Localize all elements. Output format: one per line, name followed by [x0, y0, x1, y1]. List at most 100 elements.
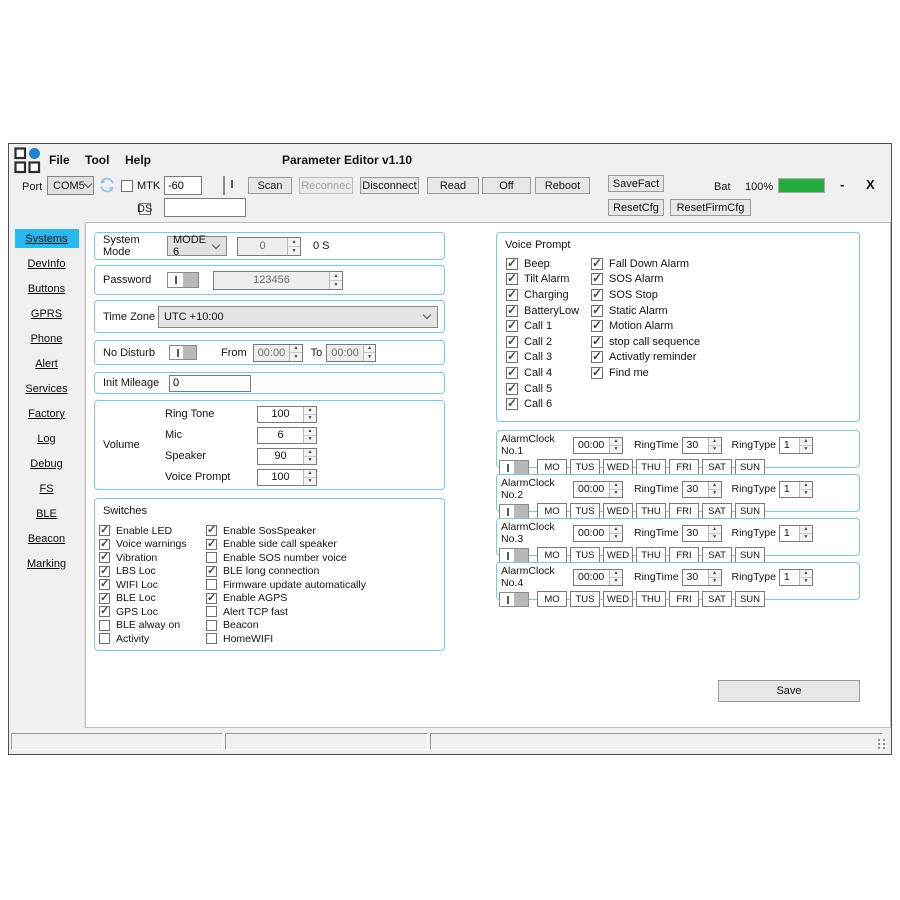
checkbox[interactable]	[99, 552, 110, 563]
voice-prompt-item[interactable]: Call 3	[506, 350, 579, 366]
checkbox[interactable]	[591, 367, 603, 379]
day-button-sat[interactable]: SAT	[702, 459, 732, 475]
voice-prompt-item[interactable]: Find me	[591, 365, 700, 381]
sidebar-item[interactable]: Systems	[15, 229, 79, 248]
voice-prompt-item[interactable]: BatteryLow	[506, 303, 579, 319]
spinner-arrows[interactable]: ▲▼	[708, 570, 721, 585]
switch-item[interactable]: GPS Loc	[99, 605, 187, 619]
alarm-time-spinner[interactable]: 00:00 ▲▼	[573, 481, 623, 498]
reconnect-button[interactable]: Reconnec	[299, 177, 353, 194]
day-button-thu[interactable]: THU	[636, 591, 666, 607]
resize-grip[interactable]	[878, 739, 887, 749]
switch-item[interactable]: Firmware update automatically	[206, 578, 366, 592]
password-toggle[interactable]	[167, 272, 199, 288]
checkbox[interactable]	[506, 320, 518, 332]
day-button-thu[interactable]: THU	[636, 547, 666, 563]
checkbox[interactable]	[99, 606, 110, 617]
read-button[interactable]: Read	[427, 177, 479, 194]
ringtime-spinner[interactable]: 30 ▲▼	[682, 569, 722, 586]
init-mileage-input[interactable]	[169, 375, 251, 392]
voice-prompt-item[interactable]: Call 1	[506, 318, 579, 334]
checkbox[interactable]	[206, 593, 217, 604]
spinner-arrows[interactable]: ▲▼	[799, 482, 812, 497]
day-button-mo[interactable]: MO	[537, 503, 567, 519]
spinner-arrows[interactable]: ▲▼	[289, 345, 301, 361]
sidebar-item[interactable]: GPRS	[15, 304, 79, 323]
day-button-wed[interactable]: WED	[603, 459, 633, 475]
checkbox[interactable]	[506, 336, 518, 348]
ringtime-spinner[interactable]: 30 ▲▼	[682, 437, 722, 454]
checkbox[interactable]	[506, 351, 518, 363]
volume-spinner[interactable]: 90 ▲▼	[257, 448, 317, 465]
day-button-fri[interactable]: FRI	[669, 459, 699, 475]
checkbox[interactable]	[506, 398, 518, 410]
ringtype-spinner[interactable]: 1 ▲▼	[779, 481, 813, 498]
sidebar-item[interactable]: DevInfo	[15, 254, 79, 273]
checkbox[interactable]	[506, 258, 518, 270]
menu-tool[interactable]: Tool	[85, 153, 109, 167]
sidebar-item[interactable]: Alert	[15, 354, 79, 373]
voice-prompt-item[interactable]: Tilt Alarm	[506, 272, 579, 288]
off-button[interactable]: Off	[482, 177, 531, 194]
port-select[interactable]: COM5	[47, 176, 94, 195]
spinner-arrows[interactable]: ▲▼	[363, 345, 375, 361]
sidebar-item[interactable]: Phone	[15, 329, 79, 348]
checkbox[interactable]	[591, 305, 603, 317]
menu-file[interactable]: File	[49, 153, 70, 167]
voice-prompt-item[interactable]: Fall Down Alarm	[591, 256, 700, 272]
day-button-tus[interactable]: TUS	[570, 547, 600, 563]
spinner-arrows[interactable]: ▲▼	[708, 526, 721, 541]
voice-prompt-item[interactable]: Call 6	[506, 396, 579, 412]
sidebar-item[interactable]: Log	[15, 429, 79, 448]
spinner-arrows[interactable]: ▲▼	[799, 570, 812, 585]
day-button-sun[interactable]: SUN	[735, 591, 765, 607]
checkbox[interactable]	[99, 620, 110, 631]
alarm-toggle[interactable]	[499, 460, 529, 475]
checkbox[interactable]	[99, 539, 110, 550]
spinner-arrows[interactable]: ▲▼	[708, 482, 721, 497]
day-button-thu[interactable]: THU	[636, 459, 666, 475]
system-mode-select[interactable]: MODE 6	[167, 236, 227, 256]
alarm-time-spinner[interactable]: 00:00 ▲▼	[573, 437, 623, 454]
close-button[interactable]: X	[866, 177, 875, 192]
spinner-arrows[interactable]: ▲▼	[609, 570, 622, 585]
day-button-sat[interactable]: SAT	[702, 503, 732, 519]
checkbox[interactable]	[506, 367, 518, 379]
menu-help[interactable]: Help	[125, 153, 151, 167]
spinner-arrows[interactable]: ▲▼	[303, 407, 316, 422]
volume-spinner[interactable]: 100 ▲▼	[257, 406, 317, 423]
mtk-checkbox[interactable]	[121, 180, 133, 192]
password-spinner[interactable]: 123456 ▲▼	[213, 271, 343, 290]
alarm-toggle[interactable]	[499, 504, 529, 519]
day-button-mo[interactable]: MO	[537, 547, 567, 563]
voice-prompt-item[interactable]: Call 5	[506, 381, 579, 397]
ringtime-spinner[interactable]: 30 ▲▼	[682, 525, 722, 542]
checkbox[interactable]	[591, 289, 603, 301]
spinner-arrows[interactable]: ▲▼	[303, 470, 316, 485]
checkbox[interactable]	[591, 273, 603, 285]
alarm-time-spinner[interactable]: 00:00 ▲▼	[573, 525, 623, 542]
system-mode-spinner[interactable]: 0 ▲▼	[237, 237, 301, 256]
checkbox[interactable]	[99, 525, 110, 536]
minimize-button[interactable]: -	[840, 177, 844, 192]
checkbox[interactable]	[506, 273, 518, 285]
voice-prompt-item[interactable]: Motion Alarm	[591, 318, 700, 334]
voice-prompt-item[interactable]: stop call sequence	[591, 334, 700, 350]
save-button[interactable]: Save	[718, 680, 860, 702]
day-button-fri[interactable]: FRI	[669, 547, 699, 563]
no-disturb-toggle[interactable]	[169, 345, 197, 360]
voice-prompt-item[interactable]: Call 2	[506, 334, 579, 350]
switch-item[interactable]: BLE long connection	[206, 565, 366, 579]
day-button-sat[interactable]: SAT	[702, 591, 732, 607]
checkbox[interactable]	[206, 566, 217, 577]
sidebar-item[interactable]: Factory	[15, 404, 79, 423]
day-button-tus[interactable]: TUS	[570, 591, 600, 607]
spinner-arrows[interactable]: ▲▼	[799, 438, 812, 453]
voice-prompt-item[interactable]: Activatly reminder	[591, 350, 700, 366]
savefact-button[interactable]: SaveFact	[608, 175, 664, 192]
voice-prompt-item[interactable]: Call 4	[506, 365, 579, 381]
spinner-arrows[interactable]: ▲▼	[303, 449, 316, 464]
switch-item[interactable]: BLE Loc	[99, 592, 187, 606]
switch-item[interactable]: Alert TCP fast	[206, 605, 366, 619]
no-disturb-from-spinner[interactable]: 00:00 ▲▼	[253, 344, 303, 362]
